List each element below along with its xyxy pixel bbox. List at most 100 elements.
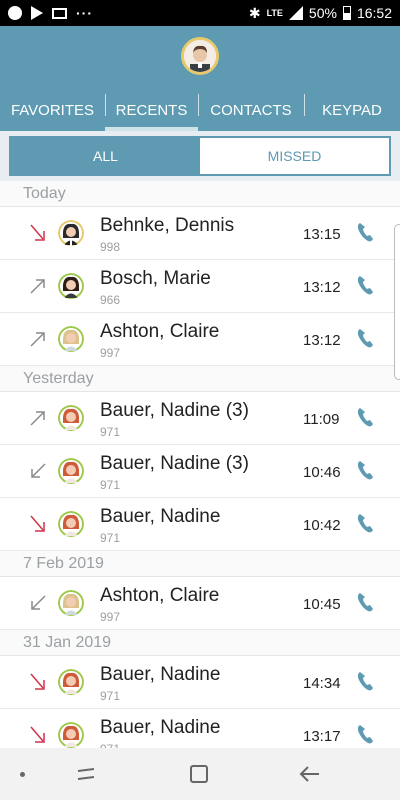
contact-name: Ashton, Claire — [100, 585, 220, 606]
phone-call-icon — [357, 223, 373, 242]
contact-avatar — [58, 722, 84, 748]
missed-call-icon — [30, 515, 45, 532]
tab-keypad[interactable]: KEYPAD — [304, 90, 400, 131]
tab-label: CONTACTS — [210, 102, 292, 119]
tab-label: KEYPAD — [322, 102, 382, 119]
notification-circle-icon — [8, 6, 22, 20]
tab-recents[interactable]: RECENTS — [105, 90, 198, 131]
contact-number: 966 — [100, 293, 121, 307]
incoming-call-icon — [31, 463, 46, 478]
mail-icon — [52, 7, 67, 19]
call-log-row[interactable]: Bauer, Nadine97113:17 — [0, 709, 400, 748]
call-time: 13:12 — [303, 279, 341, 296]
date-section-header: 7 Feb 2019 — [0, 551, 400, 577]
contact-number: 997 — [100, 346, 121, 360]
lte-indicator: LTE — [266, 7, 283, 18]
recent-calls-list[interactable]: Today Behnke, Dennis 998 13:15 Bosch, Marie 9… — [0, 181, 400, 748]
phone-call-icon — [357, 276, 373, 295]
call-log-row[interactable]: Bauer, Nadine 971 10:42 — [0, 498, 400, 551]
contact-number: 971 — [100, 689, 121, 703]
contact-avatar — [58, 273, 84, 299]
contact-number: 971 — [100, 425, 121, 439]
contact-name: Bauer, Nadine — [100, 717, 221, 738]
signal-icon — [288, 6, 303, 20]
filter-all-label: ALL — [93, 148, 118, 164]
date-section-header: Yesterday — [0, 366, 400, 392]
fast-scroll-handle[interactable] — [394, 224, 400, 380]
tab-label: FAVORITES — [10, 102, 95, 119]
contact-name: Bauer, Nadine (3) — [100, 400, 249, 421]
filter-missed-label: MISSED — [267, 148, 322, 164]
call-log-row[interactable]: Bauer, Nadine (3) 971 11:09 — [0, 392, 400, 445]
phone-call-icon — [357, 408, 373, 427]
outgoing-call-icon — [30, 332, 45, 347]
contact-avatar — [58, 669, 84, 695]
filter-all-button[interactable]: ALL — [11, 138, 200, 174]
tab-contacts[interactable]: CONTACTS — [198, 90, 304, 131]
more-dots-icon: ··· — [76, 5, 93, 21]
call-log-row[interactable]: Bauer, Nadine (3) 971 10:46 — [0, 445, 400, 498]
contact-avatar — [58, 326, 84, 352]
section-label: 31 Jan 2019 — [23, 633, 112, 651]
android-nav-bar — [0, 748, 400, 800]
call-time: 10:42 — [303, 517, 341, 534]
home-icon[interactable] — [187, 762, 211, 786]
phone-call-icon — [357, 672, 373, 691]
call-time: 10:46 — [303, 464, 341, 481]
contact-number: 971 — [100, 478, 121, 492]
filter-bar: ALL MISSED — [0, 131, 400, 181]
contact-name: Bosch, Marie — [100, 268, 211, 289]
contact-name: Bauer, Nadine — [100, 664, 221, 685]
main-tabs: FAVORITES RECENTS CONTACTS KEYPAD — [0, 90, 400, 131]
section-label: Today — [23, 184, 66, 202]
contact-name: Bauer, Nadine (3) — [100, 453, 249, 474]
contact-number: 971 — [100, 531, 121, 545]
contact-name: Ashton, Claire — [100, 321, 220, 342]
battery-icon — [342, 6, 351, 20]
battery-percent: 50% — [308, 5, 337, 21]
contact-avatar — [58, 405, 84, 431]
contact-avatar — [58, 458, 84, 484]
call-log-row[interactable]: Bosch, Marie 966 13:12 — [0, 260, 400, 313]
profile-avatar[interactable] — [181, 37, 219, 75]
contact-avatar — [58, 590, 84, 616]
tab-label: RECENTS — [115, 102, 188, 119]
section-label: Yesterday — [23, 369, 94, 387]
bluetooth-icon: ✱ — [248, 4, 261, 21]
call-time: 10:45 — [303, 596, 341, 613]
missed-call-icon — [30, 224, 45, 241]
phone-call-icon — [357, 514, 373, 533]
date-section-header: 31 Jan 2019 — [0, 630, 400, 656]
missed-call-icon — [30, 673, 45, 690]
call-time: 13:12 — [303, 332, 341, 349]
outgoing-call-icon — [30, 279, 45, 294]
call-log-row[interactable]: Bauer, Nadine 971 14:34 — [0, 656, 400, 709]
filter-missed-button[interactable]: MISSED — [200, 138, 389, 174]
phone-call-icon — [357, 329, 373, 348]
call-log-row[interactable]: Behnke, Dennis 998 13:15 — [0, 207, 400, 260]
tab-favorites[interactable]: FAVORITES — [0, 90, 105, 131]
status-time: 16:52 — [356, 5, 392, 21]
nav-dot-icon[interactable] — [20, 772, 25, 777]
call-filter-segment: ALL MISSED — [9, 136, 391, 176]
back-icon[interactable] — [298, 762, 322, 786]
user-avatar-icon — [184, 40, 216, 72]
call-time: 14:34 — [303, 675, 341, 692]
recents-icon[interactable] — [74, 762, 98, 786]
call-log-row[interactable]: Ashton, Claire 997 13:12 — [0, 313, 400, 366]
contact-avatar — [58, 220, 84, 246]
section-label: 7 Feb 2019 — [23, 554, 104, 572]
missed-call-icon — [30, 726, 45, 743]
call-time: 13:17 — [303, 728, 341, 745]
play-store-icon — [31, 6, 43, 20]
app-header: FAVORITES RECENTS CONTACTS KEYPAD — [0, 26, 400, 131]
phone-call-icon — [357, 461, 373, 480]
date-section-header: Today — [0, 181, 400, 207]
contact-name: Bauer, Nadine — [100, 506, 221, 527]
incoming-call-icon — [31, 595, 46, 610]
contact-number: 997 — [100, 610, 121, 624]
status-bar: ··· ✱ LTE 50% 16:52 — [0, 0, 400, 26]
call-log-row[interactable]: Ashton, Claire 997 10:45 — [0, 577, 400, 630]
phone-call-icon — [357, 593, 373, 612]
contact-name: Behnke, Dennis — [100, 215, 235, 236]
